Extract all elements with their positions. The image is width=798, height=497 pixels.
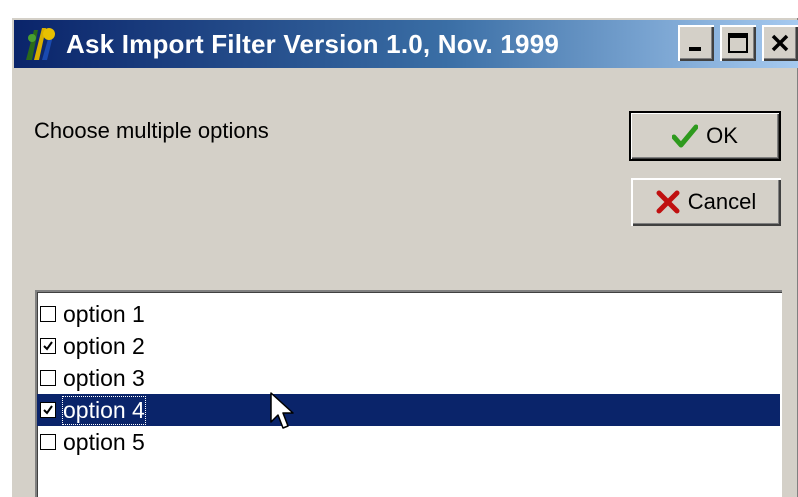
- ok-label: OK: [706, 123, 738, 148]
- list-item-option-4[interactable]: option 4: [37, 394, 780, 426]
- option-4-label: option 4: [62, 395, 146, 425]
- close-icon: [771, 34, 789, 52]
- list-item-option-1[interactable]: option 1: [37, 298, 780, 330]
- option-3-label: option 3: [63, 364, 145, 391]
- checked-icon: [43, 341, 53, 351]
- dialog-window: Ask Import Filter Version 1.0, Nov. 1999…: [10, 16, 798, 497]
- title-bar[interactable]: Ask Import Filter Version 1.0, Nov. 1999: [14, 20, 798, 68]
- cancel-label: Cancel: [687, 189, 757, 214]
- option-1-label: option 1: [63, 300, 145, 327]
- list-item-option-3[interactable]: option 3: [37, 362, 780, 394]
- list-item-option-5[interactable]: option 5: [37, 426, 780, 458]
- maximize-icon: [728, 33, 748, 53]
- checkmark-icon: [672, 124, 699, 148]
- ok-button[interactable]: OK: [629, 111, 781, 161]
- minimize-icon: [689, 47, 701, 51]
- option-2-checkbox[interactable]: [40, 338, 56, 354]
- option-5-checkbox[interactable]: [40, 434, 56, 450]
- cancel-x-icon: [656, 190, 680, 214]
- list-item-option-2[interactable]: option 2: [37, 330, 780, 362]
- options-listbox[interactable]: option 1 option 2 option 3 option 4 opti…: [35, 290, 782, 497]
- window-title: Ask Import Filter Version 1.0, Nov. 1999: [66, 28, 560, 59]
- mouse-pointer-icon: [270, 392, 294, 429]
- app-icon: [26, 28, 55, 60]
- option-2-label: option 2: [63, 332, 145, 359]
- minimize-button[interactable]: [678, 25, 714, 61]
- option-1-checkbox[interactable]: [40, 306, 56, 322]
- title-buttons: [678, 25, 798, 61]
- maximize-button[interactable]: [720, 25, 756, 61]
- option-5-label: option 5: [63, 428, 145, 455]
- prompt-label: Choose multiple options: [34, 118, 269, 143]
- option-4-checkbox[interactable]: [40, 402, 56, 418]
- cancel-button[interactable]: Cancel: [631, 178, 781, 226]
- close-button[interactable]: [762, 25, 798, 61]
- checked-icon: [43, 405, 53, 415]
- option-3-checkbox[interactable]: [40, 370, 56, 386]
